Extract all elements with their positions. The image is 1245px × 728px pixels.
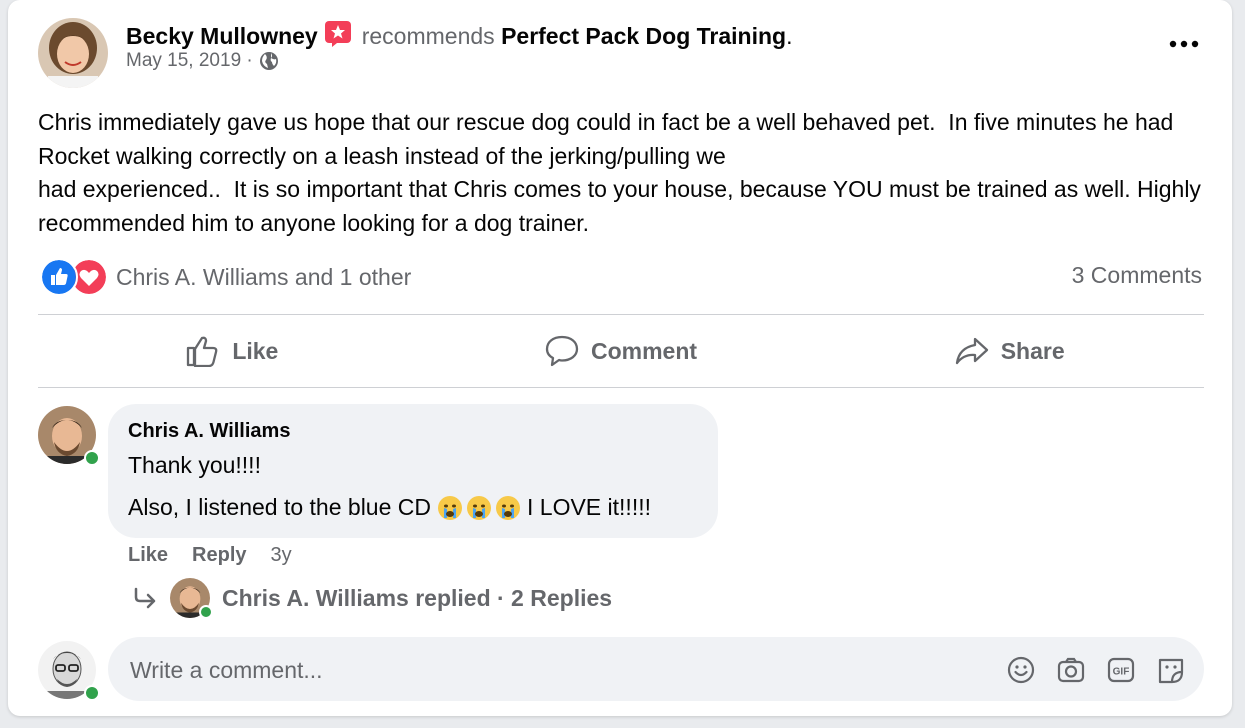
comment-author[interactable]: Chris A. Williams <box>128 420 290 443</box>
share-label: Share <box>1000 337 1065 364</box>
recommend-badge-icon <box>324 21 351 47</box>
emoji-icon[interactable] <box>1006 655 1036 685</box>
comment-like-button[interactable]: Like <box>128 544 168 567</box>
page-name-suffix: . <box>786 23 793 49</box>
replies-text: Chris A. Williams replied · 2 Replies <box>222 584 613 611</box>
comment-timestamp[interactable]: 3y <box>271 544 292 567</box>
svg-text:GIF: GIF <box>1113 667 1130 678</box>
author-name[interactable]: Becky Mullowney <box>126 23 318 49</box>
post-body: Chris immediately gave us hope that our … <box>38 109 1201 236</box>
comment-bubble: Chris A. Williams Thank you!!!! Also, I … <box>108 404 718 538</box>
like-label: Like <box>232 337 279 364</box>
comment-button[interactable]: Comment <box>427 316 816 386</box>
page-name-link[interactable]: Perfect Pack Dog Training <box>501 23 786 49</box>
crying-emoji-icon <box>467 495 491 520</box>
current-user-avatar[interactable] <box>38 641 100 701</box>
divider <box>38 314 1204 315</box>
view-replies-link[interactable]: Chris A. Williams replied · 2 Replies <box>132 578 613 619</box>
post-card: Becky Mullowney recommends Perfect Pack D… <box>8 0 1232 716</box>
post-header: Becky Mullowney recommends Perfect Pack D… <box>126 18 792 72</box>
divider <box>38 387 1204 388</box>
thumbs-up-icon <box>187 336 218 367</box>
online-status-dot <box>84 685 100 701</box>
comment-input[interactable] <box>128 637 992 703</box>
online-status-dot <box>199 605 213 619</box>
reply-arrow-icon <box>134 587 156 609</box>
commenter-avatar[interactable] <box>38 406 100 466</box>
like-button[interactable]: Like <box>38 316 427 386</box>
comment-label: Comment <box>590 337 698 364</box>
share-icon <box>955 337 988 365</box>
more-options-icon <box>1169 40 1199 48</box>
sticker-icon[interactable] <box>1156 655 1186 685</box>
share-button[interactable]: Share <box>815 316 1204 386</box>
crying-emoji-icon <box>438 495 462 520</box>
comment-text-after-emoji: I LOVE it!!!!! <box>527 494 651 520</box>
online-status-dot <box>84 450 100 466</box>
comment-reply-button[interactable]: Reply <box>192 544 246 567</box>
comment-text-line2: Also, I listened to the blue CD I LOVE i… <box>128 494 651 521</box>
comment-text-before-emoji: Also, I listened to the blue CD <box>128 494 431 520</box>
comment-composer: GIF <box>108 637 1204 703</box>
comments-count[interactable]: 3 Comments <box>1072 262 1202 289</box>
post-date[interactable]: May 15, 2019 · <box>126 50 253 72</box>
replier-avatar <box>170 578 213 619</box>
recommends-text: recommends <box>361 23 495 49</box>
crying-emoji-icon <box>496 495 520 520</box>
like-reaction-icon <box>40 258 78 296</box>
comment-text-line1: Thank you!!!! <box>128 452 261 478</box>
camera-icon[interactable] <box>1056 655 1086 685</box>
reactions-summary[interactable]: Chris A. Williams and 1 other <box>40 258 411 296</box>
action-bar: Like Comment Share <box>38 316 1204 386</box>
comment-icon <box>545 335 579 367</box>
globe-icon <box>259 52 278 70</box>
comment-actions: Like Reply 3y <box>128 544 292 567</box>
more-options-button[interactable] <box>1164 32 1204 56</box>
reactions-names[interactable]: Chris A. Williams and 1 other <box>116 264 411 291</box>
author-avatar[interactable] <box>38 18 108 88</box>
gif-icon[interactable]: GIF <box>1106 655 1136 685</box>
